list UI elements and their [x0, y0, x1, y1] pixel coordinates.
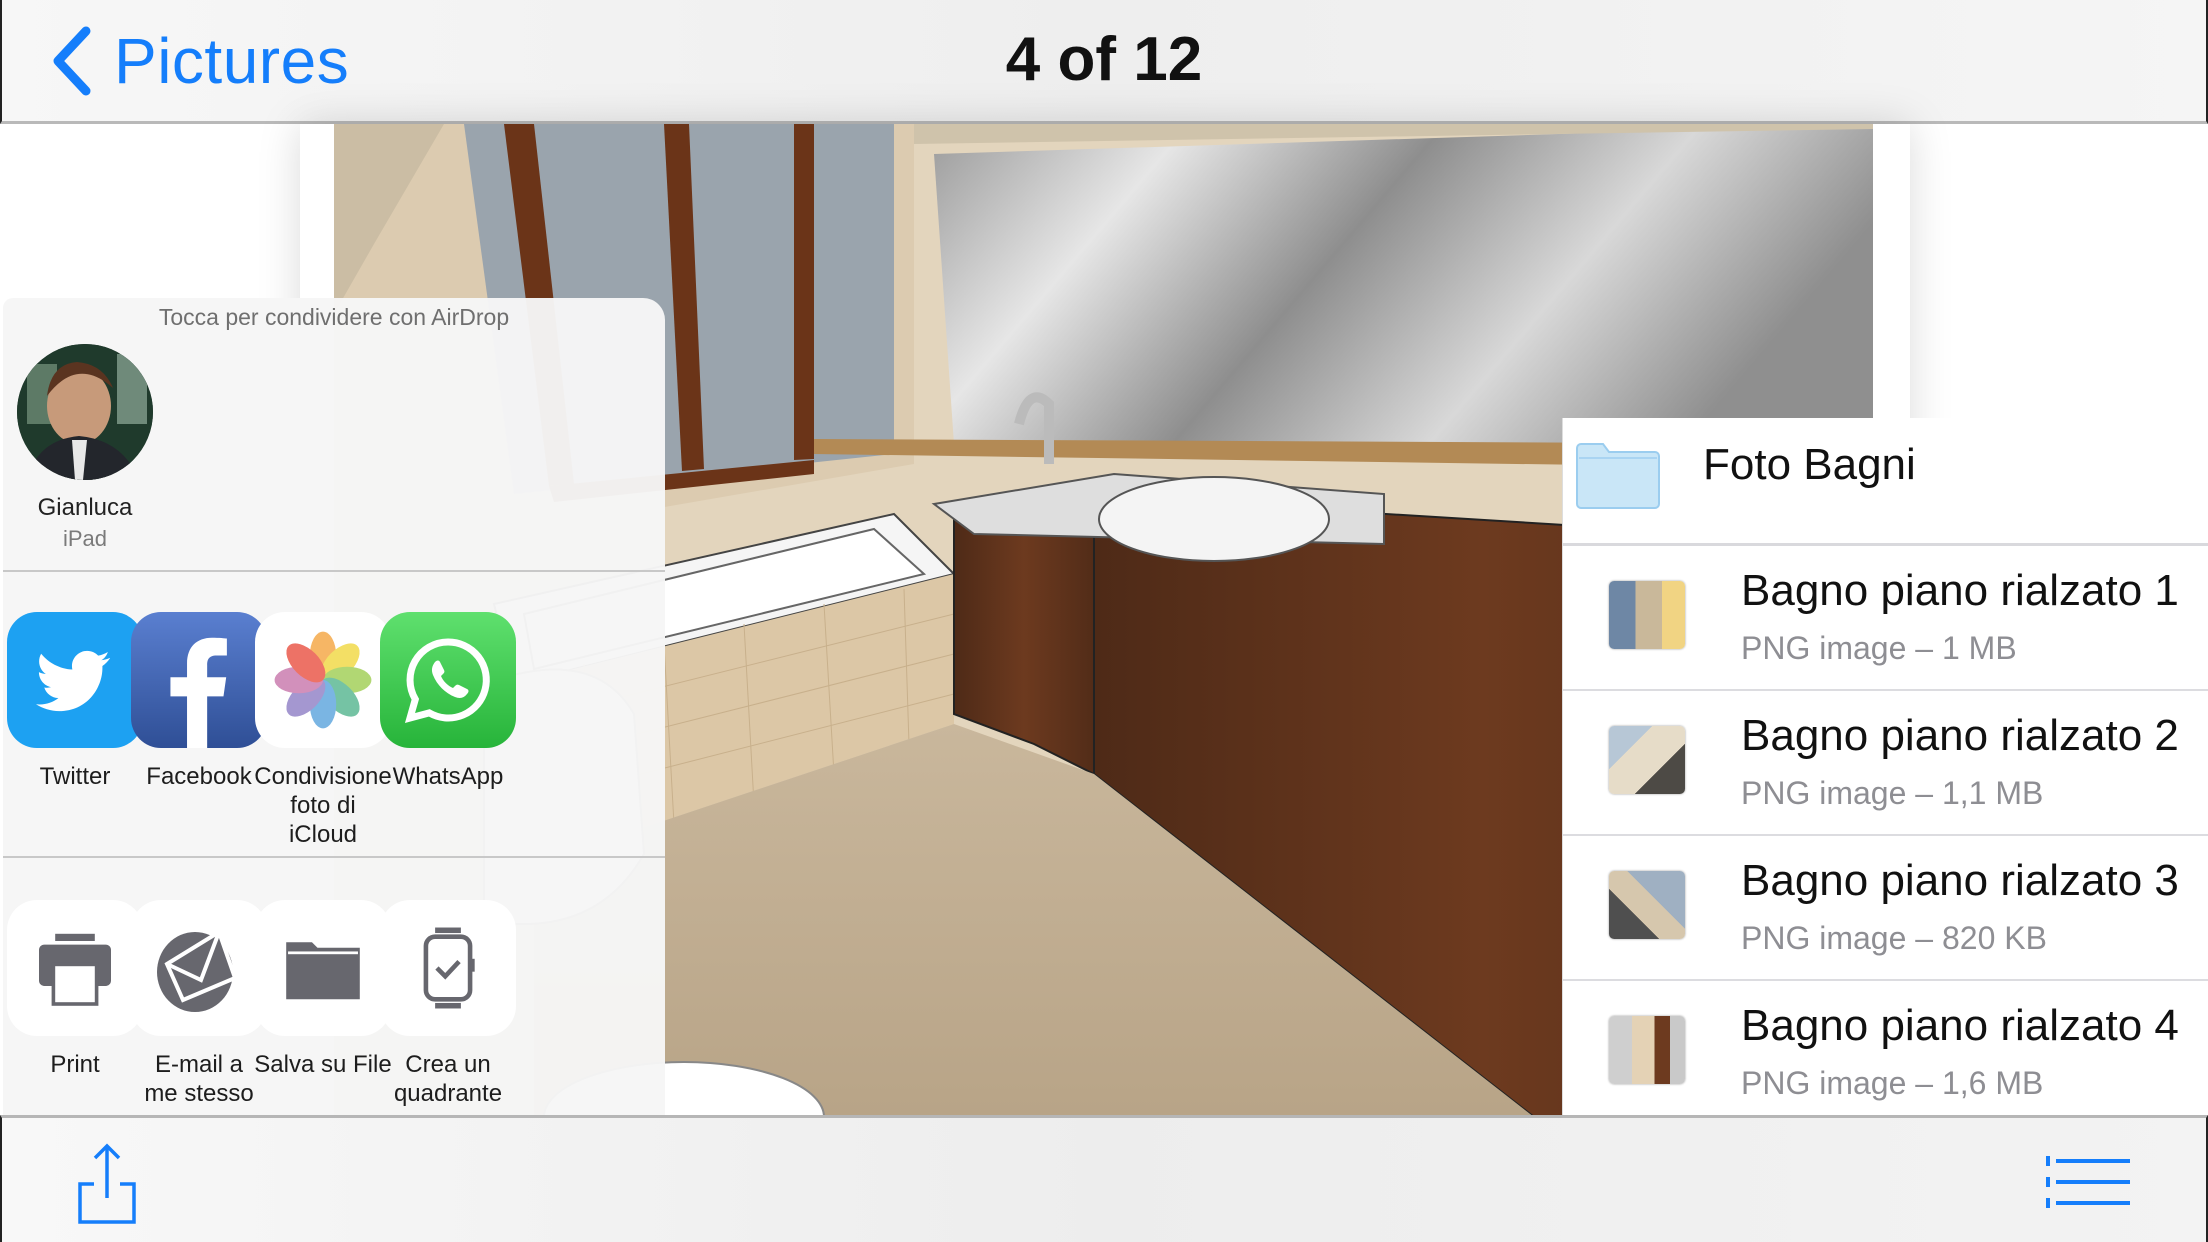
files-panel: Foto Bagni Bagno piano rialzato 1 PNG im…: [1562, 418, 2208, 1115]
share-app-facebook[interactable]: Facebook: [129, 612, 269, 791]
action-label: E-mail a me stesso: [144, 1051, 254, 1107]
page-title: 4 of 12: [1005, 25, 1203, 94]
share-app-label: Twitter: [39, 763, 111, 790]
share-app-label: WhatsApp: [392, 763, 504, 790]
airdrop-person[interactable]: Gianluca iPad: [15, 344, 155, 552]
file-thumbnail: [1609, 871, 1685, 939]
file-row[interactable]: Bagno piano rialzato 1 PNG image – 1 MB: [1563, 546, 2208, 691]
share-button[interactable]: [76, 1140, 138, 1226]
folder-name: Foto Bagni: [1703, 440, 1916, 489]
airdrop-hint: Tocca per condividere con AirDrop: [158, 304, 510, 330]
action-label: Print: [50, 1051, 100, 1078]
action-label: Crea un quadrante: [393, 1051, 503, 1107]
avatar: [17, 344, 153, 480]
share-app-label: Condivisione foto di iCloud: [254, 763, 392, 848]
file-name: Bagno piano rialzato 3: [1741, 856, 2179, 905]
file-thumbnail: [1609, 1016, 1685, 1084]
file-meta: PNG image – 1,1 MB: [1741, 775, 2044, 811]
action-label: Salva su File: [254, 1051, 392, 1078]
file-name: Bagno piano rialzato 2: [1741, 711, 2179, 760]
whatsapp-icon: [380, 612, 516, 748]
twitter-icon: [7, 612, 143, 748]
icloud-photos-icon: [255, 612, 391, 748]
file-thumbnail: [1609, 581, 1685, 649]
list-icon: [2046, 1156, 2130, 1208]
file-row[interactable]: Bagno piano rialzato 3 PNG image – 820 K…: [1563, 836, 2208, 981]
action-save-to-files[interactable]: Salva su File: [253, 900, 393, 1079]
person-photo: [17, 344, 153, 480]
action-create-watch-face[interactable]: Crea un quadrante: [378, 900, 518, 1108]
share-apps-row: Twitter Facebook Condivisione foto di iC…: [3, 572, 665, 856]
file-meta: PNG image – 1,6 MB: [1741, 1065, 2044, 1101]
file-name: Bagno piano rialzato 1: [1741, 566, 2179, 615]
airdrop-person-name: Gianluca: [37, 494, 133, 521]
airdrop-person-device: iPad: [62, 526, 108, 551]
facebook-icon: [131, 612, 267, 748]
file-name: Bagno piano rialzato 4: [1741, 1001, 2179, 1050]
printer-icon: [7, 900, 143, 1036]
share-app-label: Facebook: [146, 763, 252, 790]
file-meta: PNG image – 820 KB: [1741, 920, 2047, 956]
folder-header[interactable]: Foto Bagni: [1563, 418, 2208, 546]
file-thumbnail: [1609, 726, 1685, 794]
share-app-icloud-photos[interactable]: Condivisione foto di iCloud: [253, 612, 393, 849]
folder-icon: [255, 900, 391, 1036]
navigation-bar: Pictures 4 of 12: [0, 0, 2208, 124]
share-icon: [78, 1143, 136, 1224]
file-meta: PNG image – 1 MB: [1741, 630, 2017, 666]
file-row[interactable]: Bagno piano rialzato 2 PNG image – 1,1 M…: [1563, 691, 2208, 836]
folder-icon: [1576, 443, 1660, 509]
share-app-twitter[interactable]: Twitter: [5, 612, 145, 791]
watch-face-icon: [380, 900, 516, 1036]
list-button[interactable]: [2046, 1152, 2130, 1212]
action-print[interactable]: Print: [5, 900, 145, 1079]
share-actions-row: Print E-mail a me stesso Salva su File C…: [3, 858, 665, 1117]
action-email-myself[interactable]: E-mail a me stesso: [129, 900, 269, 1108]
bottom-toolbar: [0, 1115, 2208, 1242]
share-app-whatsapp[interactable]: WhatsApp: [378, 612, 518, 791]
share-sheet: Tocca per condividere con AirDrop Gianlu…: [3, 298, 665, 1117]
email-icon: [131, 900, 267, 1036]
file-row[interactable]: Bagno piano rialzato 4 PNG image – 1,6 M…: [1563, 981, 2208, 1124]
